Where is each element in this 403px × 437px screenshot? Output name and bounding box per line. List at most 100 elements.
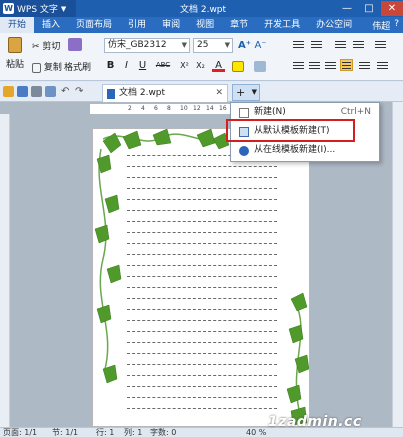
align-justify-icon[interactable]	[340, 59, 353, 71]
open-folder-icon[interactable]	[3, 86, 14, 97]
clipboard-icon	[8, 37, 22, 53]
tab-page-layout[interactable]: 页面布局	[68, 17, 120, 33]
tab-review[interactable]: 审阅	[154, 17, 188, 33]
copy-icon	[32, 62, 41, 73]
align-center-icon[interactable]	[308, 60, 321, 72]
align-left-icon[interactable]	[292, 60, 305, 72]
writing-line	[127, 199, 277, 200]
writing-line	[127, 298, 277, 299]
new-document-icon	[239, 108, 249, 118]
font-name-value: 仿宋_GB2312	[108, 40, 167, 50]
zoom-level[interactable]: 40 %	[246, 428, 266, 437]
new-tab-button[interactable]: + ▼	[232, 84, 260, 101]
sort-icon[interactable]	[374, 39, 387, 51]
tab-developer[interactable]: 开发工具	[256, 17, 308, 33]
superscript-button[interactable]: X²	[178, 59, 191, 72]
bold-button[interactable]: B	[104, 59, 117, 72]
writing-line	[127, 309, 277, 310]
italic-button[interactable]: I	[120, 59, 133, 72]
tab-section[interactable]: 章节	[222, 17, 256, 33]
ruler-mark: 10	[180, 105, 188, 112]
copy-label: 复制	[43, 63, 62, 73]
tab-home[interactable]: 开始	[0, 17, 35, 33]
writing-line	[127, 265, 277, 266]
writing-line	[127, 342, 277, 343]
tab-insert[interactable]: 插入	[34, 17, 68, 33]
strikethrough-button[interactable]: ABC	[153, 59, 173, 72]
document-page[interactable]	[92, 128, 310, 427]
chevron-down-icon: ▼	[181, 41, 187, 49]
chevron-down-icon: ▼	[60, 4, 67, 13]
font-size-select[interactable]: 25 ▼	[193, 38, 233, 53]
document-tab[interactable]: 文档 2.wpt ✕	[102, 84, 228, 102]
redo-icon[interactable]: ↷	[75, 86, 86, 97]
save-icon[interactable]	[17, 86, 28, 97]
font-color-button[interactable]: A	[212, 59, 225, 72]
app-menu-button[interactable]: W WPS 文字 ▼	[0, 0, 76, 17]
font-size-value: 25	[197, 40, 209, 50]
print-icon[interactable]	[31, 86, 42, 97]
window-title: 文档 2.wpt	[180, 5, 227, 15]
shrink-font-button[interactable]: A⁻	[254, 39, 267, 52]
writing-line	[127, 210, 277, 211]
distribute-icon[interactable]	[358, 60, 371, 72]
user-name[interactable]: 伟超	[372, 19, 390, 32]
numbered-list-icon[interactable]	[310, 39, 323, 51]
writing-line	[127, 276, 277, 277]
format-painter-button[interactable]: 格式刷	[64, 60, 91, 73]
document-tab-label: 文档 2.wpt	[119, 88, 166, 98]
line-spacing-icon[interactable]	[376, 60, 389, 72]
brush-icon	[68, 38, 82, 51]
status-word-count: 字数: 0	[150, 428, 177, 437]
minimize-button[interactable]: —	[336, 1, 358, 16]
subscript-button[interactable]: X₂	[194, 59, 207, 72]
ruler-mark: 2	[128, 105, 132, 112]
maximize-button[interactable]: □	[358, 1, 380, 16]
ribbon-toolbar: 粘贴 ✂ 剪切 复制 格式刷 仿宋_GB2312 ▼ 25 ▼ A⁺ A⁻ B …	[0, 33, 403, 81]
paste-label: 粘贴	[5, 60, 24, 70]
cut-button[interactable]: ✂ 剪切	[32, 39, 60, 52]
undo-icon[interactable]: ↶	[61, 86, 72, 97]
writing-line	[127, 375, 277, 376]
writing-line	[127, 188, 277, 189]
chevron-down-icon: ▼	[224, 41, 230, 49]
writing-line	[127, 254, 277, 255]
writing-line	[127, 331, 277, 332]
ruler-mark: 4	[141, 105, 145, 112]
paste-button[interactable]: 粘贴	[4, 37, 26, 70]
tab-view[interactable]: 视图	[188, 17, 222, 33]
menu-item-new-from-online-template[interactable]: 从在线模板新建(I)...	[235, 142, 377, 159]
writing-line	[127, 243, 277, 244]
font-name-select[interactable]: 仿宋_GB2312 ▼	[104, 38, 190, 53]
increase-indent-icon[interactable]	[352, 39, 365, 51]
cut-label: 剪切	[42, 42, 61, 52]
text-shading-icon[interactable]	[254, 61, 266, 72]
status-row: 行: 1	[96, 428, 115, 437]
close-tab-icon[interactable]: ✕	[215, 85, 223, 102]
vertical-scrollbar[interactable]	[392, 102, 403, 427]
tab-office-space[interactable]: 办公空间	[308, 17, 360, 33]
align-right-icon[interactable]	[324, 60, 337, 72]
writing-line	[127, 221, 277, 222]
copy-button[interactable]: 复制	[32, 60, 62, 73]
writing-line	[127, 364, 277, 365]
close-window-button[interactable]: ✕	[381, 1, 403, 16]
ruler-mark: 12	[193, 105, 201, 112]
vertical-ruler	[0, 114, 10, 427]
writing-line	[127, 397, 277, 398]
decrease-indent-icon[interactable]	[334, 39, 347, 51]
grow-font-button[interactable]: A⁺	[238, 39, 251, 52]
format-painter-label: 格式刷	[64, 63, 92, 73]
app-name: WPS 文字	[17, 5, 58, 15]
help-button[interactable]: ?	[394, 19, 399, 32]
menu-item-new-label: 新建(N)	[254, 107, 286, 117]
tab-references[interactable]: 引用	[120, 17, 154, 33]
highlight-icon[interactable]	[232, 61, 244, 72]
bullet-list-icon[interactable]	[292, 39, 305, 51]
underline-button[interactable]: U	[136, 59, 149, 72]
print-preview-icon[interactable]	[45, 86, 56, 97]
watermark: 1zadmin.cc	[268, 414, 362, 430]
status-col: 列: 1	[124, 428, 143, 437]
writing-line	[127, 232, 277, 233]
writing-line	[127, 408, 277, 409]
